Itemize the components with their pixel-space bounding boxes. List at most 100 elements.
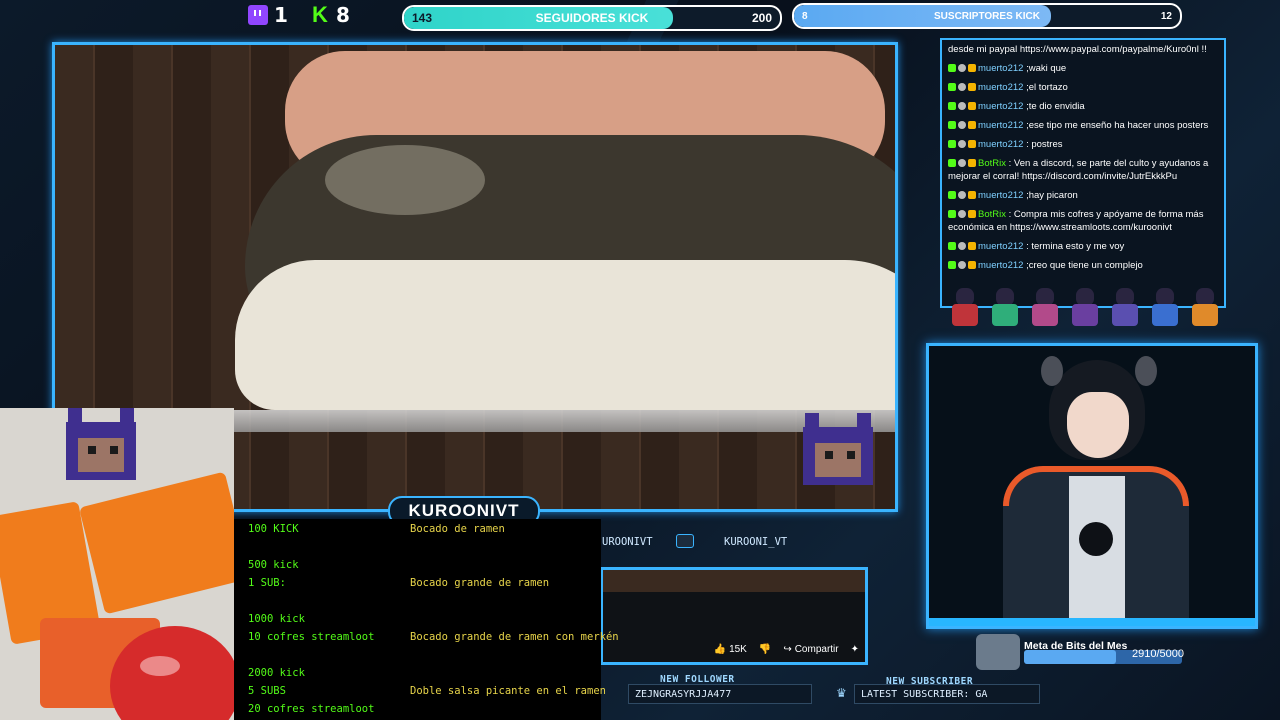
youtube-handle: KUROONI_VT [724,536,788,548]
chat-message: muerto212 : termina esto y me voy [948,237,1218,256]
chat-sprite [948,284,982,326]
chat-badge-icon [948,64,956,73]
new-follower-value: ZEJNGRASYRJJA477 [635,689,732,700]
chat-badge-icon [958,210,966,219]
chat-message: muerto212 ;el tortazo [948,78,1218,97]
chat-username[interactable]: muerto212 [978,63,1023,74]
youtube-actions: 👍 15K 👎 ↪ Compartir ✦ [603,638,865,660]
chat-panel[interactable]: desde mi paypal https://www.paypal.com/p… [940,38,1226,308]
chat-message: muerto212 ;te dio envidia [948,97,1218,116]
chat-message: BotRix : Ven a discord, se parte del cul… [948,154,1218,186]
chat-username[interactable]: muerto212 [978,82,1023,93]
like-count: 15K [729,643,747,655]
bits-goal-avatar [976,634,1020,670]
chat-badge-icon [968,210,976,219]
reward-cost: 1000 kick [248,613,305,625]
twitch-count: 1 [274,3,288,27]
youtube-preview[interactable]: 👍 15K 👎 ↪ Compartir ✦ [600,567,868,665]
cheese-inside [235,260,895,410]
share-icon: ↪ [783,643,792,655]
followers-target: 200 [751,11,772,25]
avatar-horn-left [1041,356,1063,386]
reward-cost: 10 cofres streamloot [248,631,375,643]
chat-sprite [1108,284,1142,326]
chat-sprite [1148,284,1182,326]
webcam-feed [0,408,234,720]
rewards-board: 100 KICK Bocado de ramen 500 kick 1 SUB: Boc… [234,519,619,720]
chat-username[interactable]: muerto212 [978,120,1023,131]
chat-username[interactable]: muerto212 [978,241,1023,252]
chat-badge-icon [958,121,966,130]
chat-message: muerto212 ;waki que [948,59,1218,78]
chat-badge-icon [958,102,966,111]
reward-cost: 5 SUBS [248,685,286,697]
new-subscriber-box: LATEST SUBSCRIBER: GA [854,684,1040,704]
chat-badge-icon [948,121,956,130]
bits-goal-fill [1024,650,1116,664]
noodle-bag [78,471,234,615]
pixel-mascot-right [793,413,883,493]
chat-username[interactable]: muerto212 [978,190,1023,201]
share-label: Compartir [794,643,839,655]
chat-badge-icon [968,191,976,200]
chat-badge-icon [968,121,976,130]
dislike-button[interactable]: 👎 [759,644,771,655]
chat-badge-icon [948,159,956,168]
chat-message: BotRix : Compra mis cofres y apóyame de … [948,205,1218,237]
thumbs-up-icon: 👍 [713,643,727,655]
chat-username[interactable]: BotRix [978,209,1006,220]
chat-username[interactable]: muerto212 [978,101,1023,112]
chat-badge-icon [958,191,966,200]
pixel-mascot-left [56,408,146,488]
chat-badge-icon [958,140,966,149]
chat-text: ;waki que [1026,63,1067,74]
chat-message: muerto212 : postres [948,135,1218,154]
subs-goal-bar: 8 SUSCRIPTORES KICK 12 [792,3,1182,29]
chat-badge-icon [948,83,956,92]
youtube-thumbnail [603,570,865,592]
avatar-shirt-print [1079,522,1113,556]
kick-icon: K [312,2,328,27]
bits-goal-title: Meta de Bits del Mes [1024,640,1128,652]
chat-message: muerto212 ;creo que tiene un complejo [948,256,1218,275]
chat-text: : termina esto y me voy [1026,241,1125,252]
reward-item: Bocado grande de ramen con merkén [410,631,619,643]
chat-badge-icon [968,242,976,251]
reward-cost: 100 KICK [248,523,299,535]
chat-username[interactable]: muerto212 [978,260,1023,271]
subs-goal-label: SUSCRIPTORES KICK [934,10,1040,22]
chat-badge-icon [958,83,966,92]
chat-sprite [1068,284,1102,326]
like-button[interactable]: 👍 15K [714,644,747,655]
twitch-counter: 1 [248,3,288,27]
chat-text: ;ese tipo me enseño ha hacer unos poster… [1026,120,1209,131]
chat-avatar-sprites [948,284,1230,330]
reward-cost: 500 kick [248,559,299,571]
chat-badge-icon [958,159,966,168]
followers-goal-label: SEGUIDORES KICK [535,11,649,25]
chat-badge-icon [968,159,976,168]
new-subscriber-value: LATEST SUBSCRIBER: GA [861,689,988,700]
bits-goal-value: 2910/5000 [1132,648,1184,660]
share-button[interactable]: ↪ Compartir [783,644,838,655]
followers-goal-bar: 143 SEGUIDORES KICK 200 [402,5,782,31]
chat-username[interactable]: muerto212 [978,139,1023,150]
chat-text: ;hay picaron [1026,190,1078,201]
chat-text: ;te dio envidia [1026,101,1085,112]
chat-username[interactable]: BotRix [978,158,1006,169]
chat-sprite [988,284,1022,326]
chat-badge-icon [958,242,966,251]
reward-cost: 20 cofres streamloot [248,703,375,715]
youtube-icon [676,534,694,548]
chat-badge-icon [968,261,976,270]
avatar-horn-right [1135,356,1157,386]
chat-message: desde mi paypal https://www.paypal.com/p… [948,40,1218,59]
reward-item: Bocado grande de ramen [410,577,550,589]
chat-text: desde mi paypal https://www.paypal.com/p… [948,44,1207,55]
reward-cost: 1 SUB: [248,577,286,589]
chat-badge-icon [958,64,966,73]
chat-badge-icon [948,242,956,251]
more-button[interactable]: ✦ [851,644,859,655]
chat-message-list: desde mi paypal https://www.paypal.com/p… [942,40,1224,275]
subs-target: 12 [1160,10,1172,22]
